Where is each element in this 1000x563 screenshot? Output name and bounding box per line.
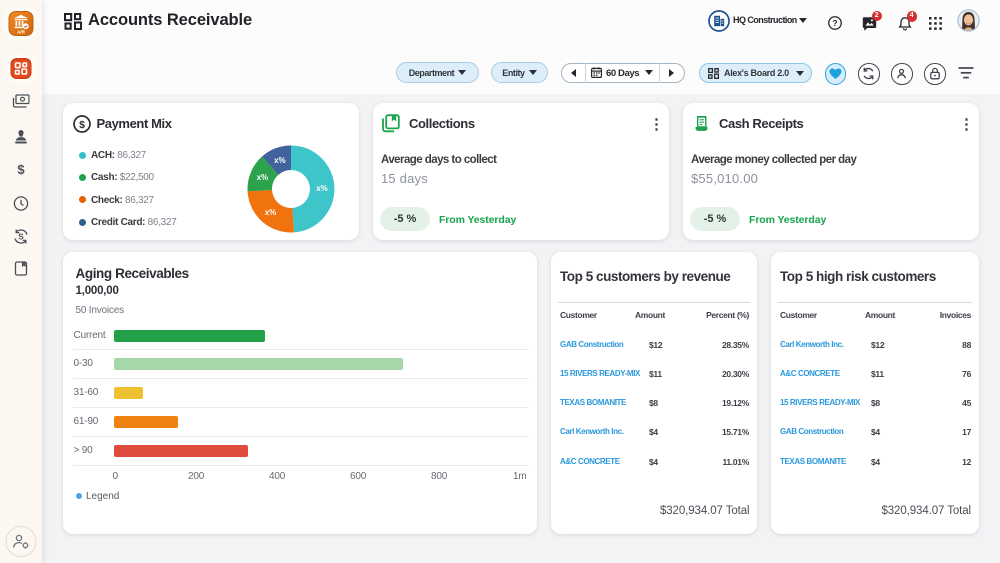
svg-text:$: $ [79,119,85,131]
svg-text:x%: x% [274,156,286,165]
svg-text:S: S [18,232,24,241]
svg-text:x%: x% [316,184,328,193]
svg-text:x%: x% [265,208,277,217]
svg-text:?: ? [832,18,837,28]
svg-text:A/R: A/R [17,29,26,34]
svg-text:x%: x% [257,173,269,182]
